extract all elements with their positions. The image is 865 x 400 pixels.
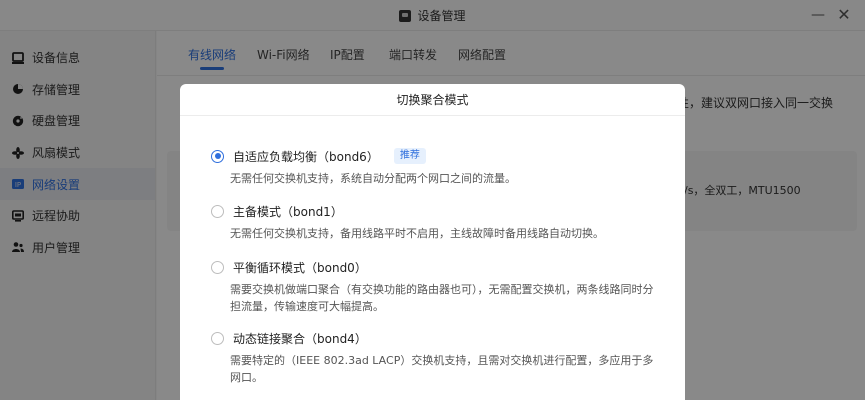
option-description: 无需任何交换机支持，备用线路平时不启用，主线故障时备用线路自动切换。 <box>230 227 604 240</box>
recommended-badge: 推荐 <box>393 148 426 164</box>
option-bond6-row[interactable]: 自适应负载均衡（bond6） 推荐 <box>211 148 661 164</box>
option-bond6: 自适应负载均衡（bond6） 推荐 无需任何交换机支持，系统自动分配两个网口之间… <box>211 148 661 187</box>
radio-bond6[interactable] <box>211 149 224 163</box>
option-label: 主备模式（bond1） <box>233 204 343 219</box>
option-description: 需要交换机做端口聚合（有交换功能的路由器也可），无需配置交换机，两条线路同时分担… <box>230 283 654 313</box>
option-bond0: 平衡循环模式（bond0） 需要交换机做端口聚合（有交换功能的路由器也可），无需… <box>211 259 661 315</box>
option-label: 动态链接聚合（bond4） <box>233 331 367 346</box>
dialog-title: 切换聚合模式 <box>180 84 685 116</box>
radio-bond1[interactable] <box>211 204 224 218</box>
option-bond1: 主备模式（bond1） 无需任何交换机支持，备用线路平时不启用，主线故障时备用线… <box>211 203 661 242</box>
option-label: 自适应负载均衡（bond6） <box>233 149 379 164</box>
option-label: 平衡循环模式（bond0） <box>233 260 367 275</box>
option-bond1-row[interactable]: 主备模式（bond1） <box>211 203 661 219</box>
radio-bond4[interactable] <box>211 331 224 345</box>
option-bond4-row[interactable]: 动态链接聚合（bond4） <box>211 330 661 346</box>
radio-bond0[interactable] <box>211 260 224 274</box>
option-bond4: 动态链接聚合（bond4） 需要特定的（IEEE 802.3ad LACP）交换… <box>211 330 661 386</box>
option-description: 需要特定的（IEEE 802.3ad LACP）交换机支持，且需对交换机进行配置… <box>230 354 654 384</box>
bond-mode-dialog: 切换聚合模式 自适应负载均衡（bond6） 推荐 无需任何交换机支持，系统自动分… <box>180 84 685 400</box>
option-bond0-row[interactable]: 平衡循环模式（bond0） <box>211 259 661 275</box>
option-description: 无需任何交换机支持，系统自动分配两个网口之间的流量。 <box>230 172 516 185</box>
